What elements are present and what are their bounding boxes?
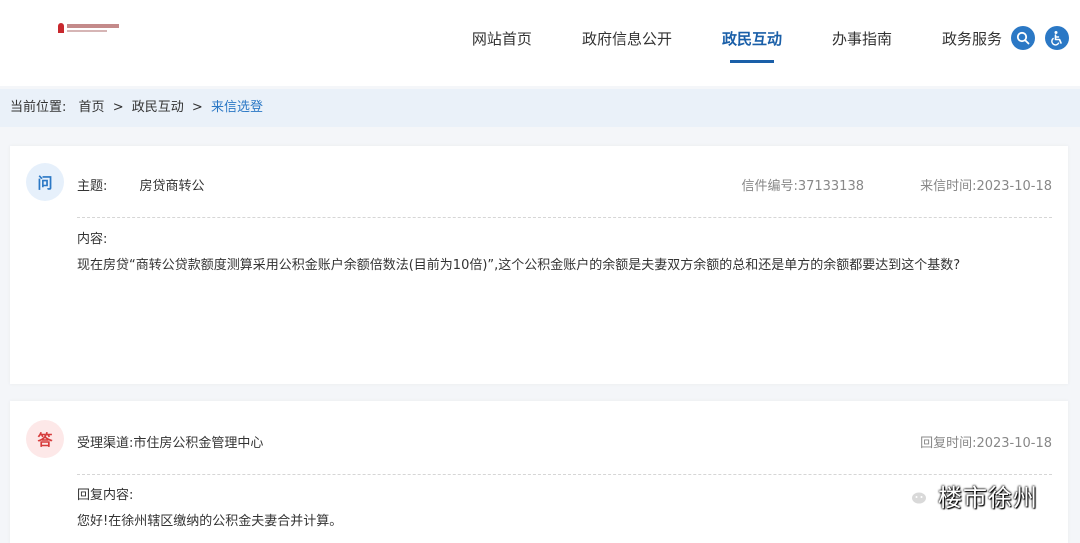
accessibility-icon [1051,31,1062,46]
accessibility-button[interactable] [1045,26,1069,50]
letter-time: 来信时间:2023-10-18 [920,179,1052,194]
question-badge: 问 [26,163,64,201]
question-content: 现在房贷“商转公贷款额度测算采用公积金账户余额倍数法(目前为10倍)”,这个公积… [77,258,961,273]
reply-content-label: 回复内容: [77,488,134,503]
letter-number: 信件编号:37133138 [741,179,864,194]
breadcrumb-home-link[interactable]: 首页 [79,100,105,115]
answer-badge: 答 [26,420,64,458]
logo-mark-icon [58,23,64,33]
site-header: 网站首页 政府信息公开 政民互动 办事指南 政务服务 [0,0,1080,86]
wechat-icon [899,483,928,506]
search-button[interactable] [1011,26,1035,50]
breadcrumb-interaction-link[interactable]: 政民互动 [132,100,184,115]
nav-item-services[interactable]: 政务服务 [942,0,1002,86]
nav-item-gov-info[interactable]: 政府信息公开 [582,0,672,86]
nav-item-guide[interactable]: 办事指南 [832,0,892,86]
reply-content: 您好!在徐州辖区缴纳的公积金夫妻合并计算。 [77,514,343,529]
answer-card: 答 受理渠道:市住房公积金管理中心 回复时间:2023-10-18 回复内容: … [10,401,1068,543]
site-logo[interactable] [58,18,120,38]
divider [77,217,1052,218]
main-nav: 网站首页 政府信息公开 政民互动 办事指南 政务服务 [422,0,1002,86]
breadcrumb-current: 来信选登 [210,100,263,115]
reply-time: 回复时间:2023-10-18 [920,436,1052,451]
divider [77,474,1052,475]
channel-text: 受理渠道:市住房公积金管理中心 [77,436,264,451]
watermark-text: 楼市徐州 [938,483,1038,512]
breadcrumb-separator: > [191,100,203,115]
breadcrumb: 当前位置: 首页 > 政民互动 > 来信选登 [0,89,1080,127]
breadcrumb-separator: > [112,100,124,115]
question-card: 问 主题: 房贷商转公 信件编号:37133138 来信时间:2023-10-1… [10,146,1068,384]
nav-item-interaction[interactable]: 政民互动 [722,0,782,86]
content-label: 内容: [77,232,108,247]
subject-value: 房贷商转公 [139,179,205,194]
search-icon [1016,31,1030,45]
watermark: 楼市徐州 [898,478,1038,512]
subject-label: 主题: [77,179,108,194]
breadcrumb-label: 当前位置: [10,100,67,115]
nav-item-home[interactable]: 网站首页 [472,0,532,86]
